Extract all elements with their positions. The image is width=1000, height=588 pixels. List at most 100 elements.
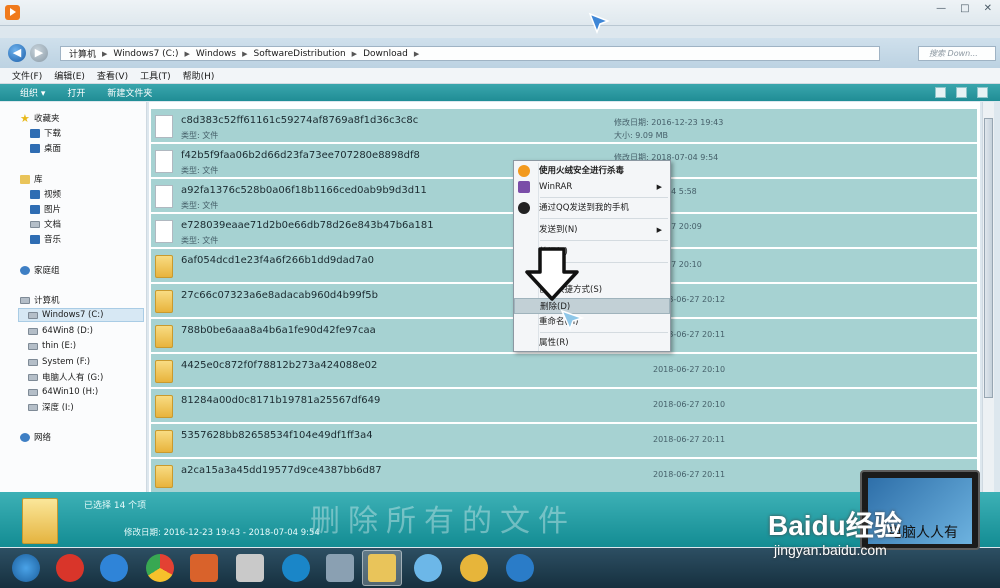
search-input[interactable]: 搜索 Down... <box>918 46 996 61</box>
chevron-right-icon: ▶ <box>242 49 248 58</box>
crumb-computer[interactable]: 计算机 <box>69 47 96 60</box>
start-button-icon[interactable] <box>12 554 40 582</box>
nav-drive[interactable]: thin (E:) <box>28 340 76 352</box>
crumb-windows[interactable]: Windows <box>196 49 236 59</box>
back-button[interactable]: ◀ <box>8 44 26 62</box>
view-options-icon[interactable] <box>935 87 946 98</box>
menu-edit[interactable]: 编辑(E) <box>54 69 85 82</box>
chrome-icon[interactable] <box>146 554 174 582</box>
network-icon <box>20 432 30 442</box>
nav-pictures[interactable]: 图片 <box>30 203 61 215</box>
nav-music[interactable]: 音乐 <box>30 233 61 245</box>
drive-icon <box>28 342 38 350</box>
menu-item-send-to[interactable]: 发送到(N) ▶ <box>514 222 670 238</box>
open-button[interactable]: 打开 <box>67 86 85 99</box>
nav-favorites[interactable]: ★ 收藏夹 <box>20 111 60 125</box>
caption-watermark: 删除所有的文件 <box>310 504 576 539</box>
folder-name: 27c66c07323a6e8adacab960d4b99f5b <box>181 290 378 301</box>
app-icon[interactable] <box>282 554 310 582</box>
nav-label: thin (E:) <box>42 341 77 351</box>
nav-label: 图片 <box>44 205 62 215</box>
file-date: 修改日期: 2016-12-23 19:43 <box>614 118 724 127</box>
nav-label: 收藏夹 <box>34 114 60 124</box>
forward-button[interactable]: ▶ <box>30 44 48 62</box>
nav-libraries[interactable]: 库 <box>20 173 43 185</box>
nav-label: Windows7 (C:) <box>42 310 104 320</box>
chevron-right-icon: ▶ <box>413 49 420 58</box>
vertical-scrollbar[interactable] <box>982 102 994 492</box>
minimize-button[interactable]: — <box>936 3 946 14</box>
baidu-url: jingyan.baidu.com <box>774 542 887 558</box>
app-icon[interactable] <box>56 554 84 582</box>
folder-row[interactable]: 81284a00d0c8171b19781a25567df649 2018-06… <box>151 388 977 422</box>
drive-icon <box>28 311 38 319</box>
new-folder-button[interactable]: 新建文件夹 <box>107 86 152 99</box>
crumb-drive-c[interactable]: Windows7 (C:) <box>113 49 178 59</box>
nav-documents[interactable]: 文档 <box>30 218 61 230</box>
menu-item-scan[interactable]: 使用火绒安全进行杀毒 <box>514 163 670 179</box>
file-icon <box>155 220 173 243</box>
nav-videos[interactable]: 视频 <box>30 188 61 200</box>
computer-icon <box>20 296 30 304</box>
nav-homegroup[interactable]: 家庭组 <box>20 264 60 276</box>
menu-view[interactable]: 查看(V) <box>97 69 128 82</box>
breadcrumb[interactable]: 计算机 ▶ Windows7 (C:) ▶ Windows ▶ SoftwareDis… <box>60 46 880 61</box>
menu-item-send-qq[interactable]: 通过QQ发送到我的手机 <box>514 200 670 216</box>
nav-label: 库 <box>34 175 43 185</box>
nav-drive[interactable]: Windows7 (C:) <box>28 309 103 321</box>
close-button[interactable]: ✕ <box>984 3 992 14</box>
nav-downloads[interactable]: 下载 <box>30 127 61 139</box>
player-title-bar: — □ ✕ <box>0 0 1000 26</box>
nav-computer[interactable]: 计算机 <box>20 294 60 306</box>
folder-row[interactable]: 4425e0c872f0f78812b273a424088e02 2018-06… <box>151 353 977 387</box>
crumb-softwaredistribution[interactable]: SoftwareDistribution <box>253 49 345 59</box>
ie-browser-icon[interactable] <box>100 554 128 582</box>
menu-file[interactable]: 文件(F) <box>12 69 42 82</box>
address-row: ◀ ▶ 计算机 ▶ Windows7 (C:) ▶ Windows ▶ Softwar… <box>0 38 1000 68</box>
menu-item-winrar[interactable]: WinRAR ▶ <box>514 179 670 195</box>
file-row[interactable]: c8d383c52ff61161c59274af8769a8f1d36c3c8c… <box>151 108 977 142</box>
folder-icon <box>155 255 173 278</box>
nav-label: 下载 <box>44 129 62 139</box>
folder-date: 2018-06-27 20:11 <box>653 470 726 479</box>
folder-name: 4425e0c872f0f78812b273a424088e02 <box>181 360 378 371</box>
maximize-button[interactable]: □ <box>960 3 969 14</box>
file-icon <box>155 185 173 208</box>
menu-tools[interactable]: 工具(T) <box>140 69 171 82</box>
star-icon: ★ <box>20 111 30 125</box>
menu-help[interactable]: 帮助(H) <box>183 69 215 82</box>
nav-desktop[interactable]: 桌面 <box>30 142 61 154</box>
app-icon[interactable] <box>326 554 354 582</box>
nav-drive[interactable]: 深度 (I:) <box>28 401 74 413</box>
nav-drive[interactable]: 电脑人人有 (G:) <box>28 371 103 383</box>
scrollbar-thumb[interactable] <box>984 118 993 398</box>
menu-item-properties[interactable]: 属性(R) <box>514 335 670 351</box>
crumb-download[interactable]: Download <box>363 49 408 59</box>
nav-drive[interactable]: 64Win10 (H:) <box>28 386 98 398</box>
music-icon <box>30 234 40 244</box>
app-icon[interactable] <box>506 554 534 582</box>
drive-icon <box>28 373 38 381</box>
nav-drive[interactable]: 64Win8 (D:) <box>28 325 93 337</box>
folder-row[interactable]: 5357628bb82658534f104e49df1ff3a4 2018-06… <box>151 423 977 457</box>
media-player-icon[interactable] <box>190 554 218 582</box>
organize-button[interactable]: 组织 ▾ <box>20 86 45 99</box>
app-icon[interactable] <box>236 554 264 582</box>
player-logo-icon <box>5 5 20 20</box>
nav-drive[interactable]: System (F:) <box>28 356 90 368</box>
file-name: f42b5f9faa06b2d66d23fa73ee707280e8898df8 <box>181 150 420 161</box>
file-type: 类型: 文件 <box>181 166 219 175</box>
window-controls: — □ ✕ <box>936 3 992 14</box>
help-icon[interactable] <box>977 87 988 98</box>
paint-icon[interactable] <box>460 554 488 582</box>
nav-label: 网络 <box>34 433 52 443</box>
menu-item-rename[interactable]: 重命名(M) <box>514 314 670 330</box>
folder-icon <box>155 430 173 453</box>
nav-label: 音乐 <box>44 235 62 245</box>
drive-icon <box>28 327 38 335</box>
preview-pane-icon[interactable] <box>956 87 967 98</box>
app-icon[interactable] <box>414 554 442 582</box>
folder-date: 2018-06-27 20:10 <box>653 400 726 409</box>
pointer-cursor-icon <box>588 12 610 34</box>
nav-network[interactable]: 网络 <box>20 431 51 443</box>
